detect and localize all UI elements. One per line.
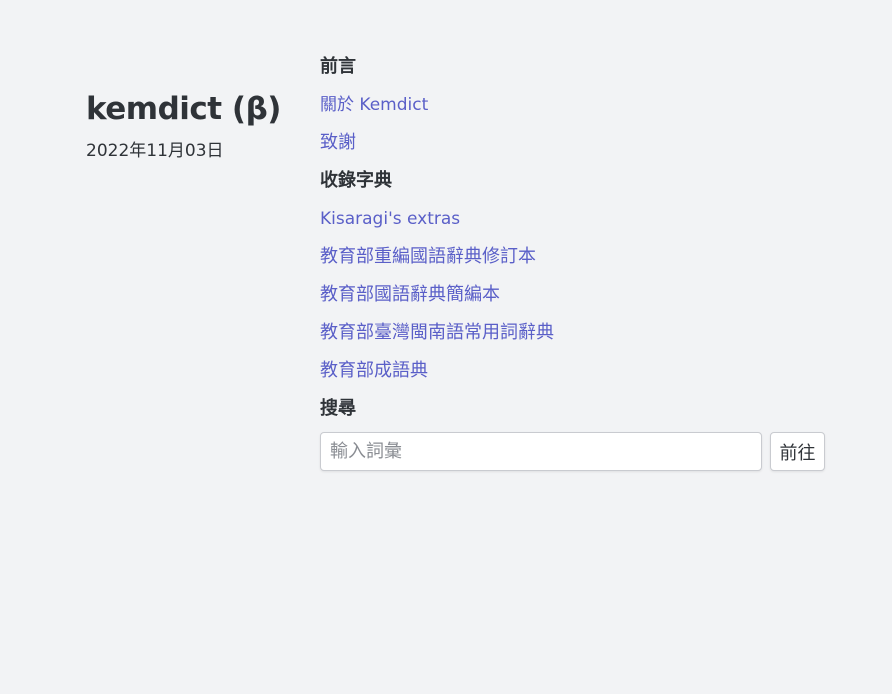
go-button[interactable]: 前往	[770, 432, 825, 471]
site-header: kemdict (β) 2022年11月03日	[86, 86, 286, 162]
dictionary-link-revised-mandarin[interactable]: 教育部重編國語辭典修訂本	[320, 245, 830, 269]
site-date: 2022年11月03日	[86, 141, 224, 161]
dictionary-link-kisaragi-extras[interactable]: Kisaragi's extras	[320, 207, 830, 231]
search-form: 前往	[320, 432, 830, 471]
site-title: kemdict (β)	[86, 91, 281, 127]
main-content: 前言 關於 Kemdict 致謝 收錄字典 Kisaragi's extras …	[320, 55, 830, 471]
about-kemdict-link[interactable]: 關於 Kemdict	[320, 93, 830, 117]
search-heading: 搜尋	[320, 398, 356, 419]
dictionary-link-taiwanese-hokkien[interactable]: 教育部臺灣閩南語常用詞辭典	[320, 321, 830, 345]
dictionary-link-idioms[interactable]: 教育部成語典	[320, 359, 830, 383]
search-input[interactable]	[320, 432, 762, 471]
preface-heading: 前言	[320, 56, 356, 77]
dictionaries-heading: 收錄字典	[320, 170, 392, 191]
dictionary-link-concise-mandarin[interactable]: 教育部國語辭典簡編本	[320, 283, 830, 307]
acknowledgements-link[interactable]: 致謝	[320, 131, 830, 155]
